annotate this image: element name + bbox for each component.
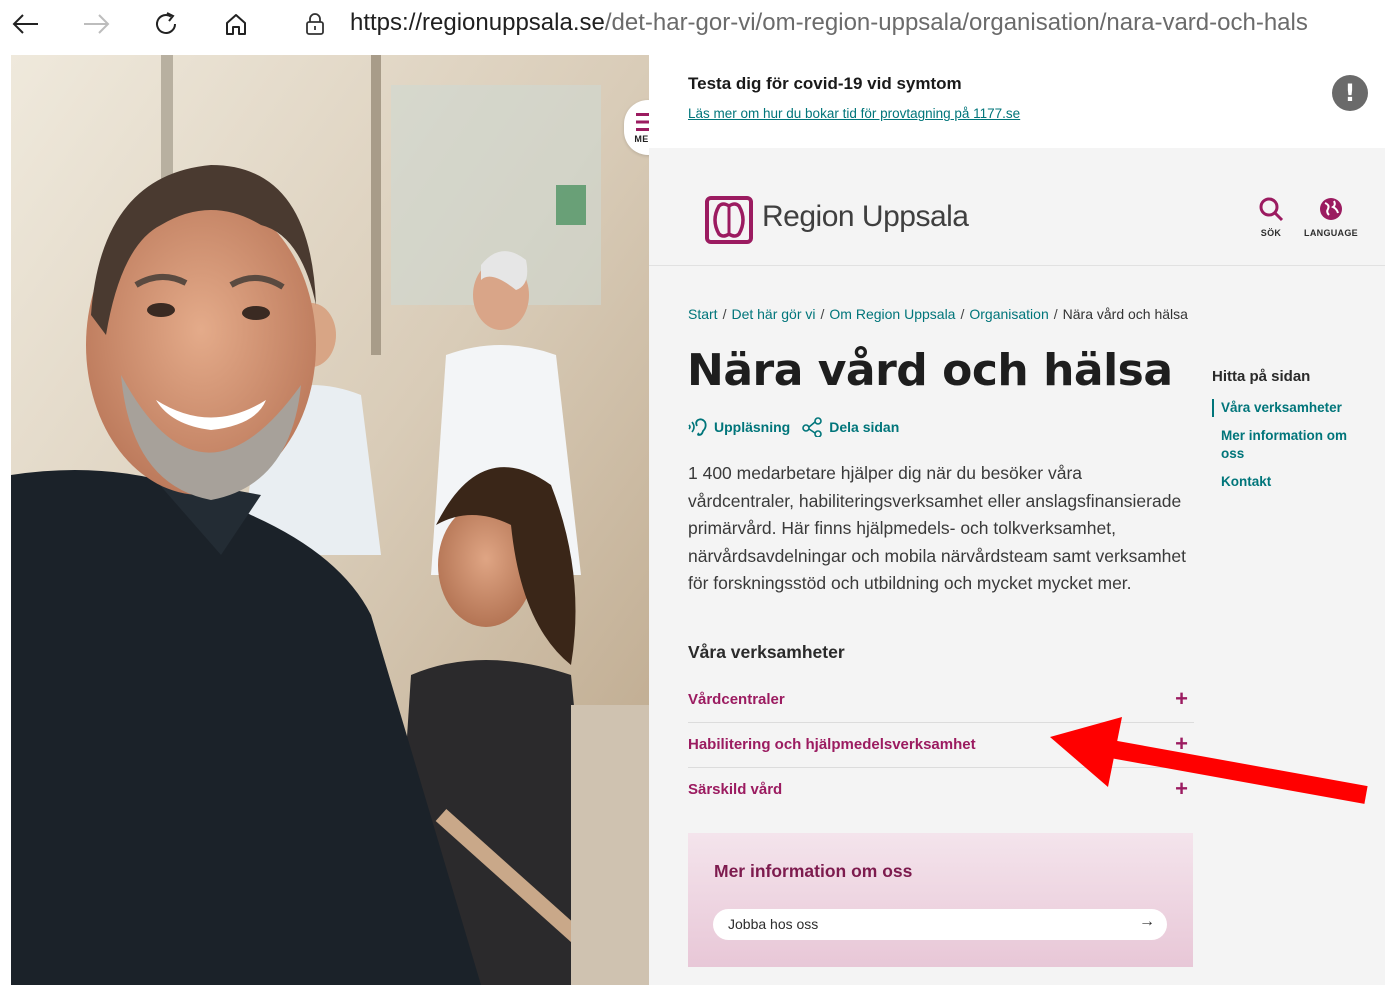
annotation-arrow-icon [1050,717,1368,804]
listen-label: Uppläsning [714,419,791,435]
breadcrumb-om-region-uppsala[interactable]: Om Region Uppsala [829,306,955,322]
share-icon [802,417,823,437]
url-path: /det-har-gor-vi/om-region-uppsala/organi… [604,9,1308,36]
search-icon [1259,197,1284,222]
toc-item-kontakt[interactable]: Kontakt [1212,473,1372,491]
globe-icon [1320,198,1342,220]
alert-link[interactable]: Läs mer om hur du bokar tid för provtagn… [688,106,1020,121]
reload-icon[interactable] [148,6,184,42]
section-title: Våra verksamheter [688,642,845,662]
page-title: Nära vård och hälsa [687,345,1173,396]
breadcrumb: Start / Det här gör vi / Om Region Uppsala / O… [688,306,1188,322]
info-box-title: Mer information om oss [714,861,913,881]
main-content: Testa dig för covid-19 vid symtom Läs me… [649,55,1385,985]
breadcrumb-det-har-gor-vi[interactable]: Det här gör vi [731,306,815,322]
listen-button[interactable]: Uppläsning [687,417,790,437]
url-domain: https://regionuppsala.se [350,9,605,36]
toc-item-mer-information[interactable]: Mer information om oss [1212,427,1372,463]
more-info-box: Mer information om oss Jobba hos oss → [688,833,1193,967]
hero-image [11,55,649,985]
back-icon[interactable] [8,6,44,42]
covid-alert-banner: Testa dig för covid-19 vid symtom Läs me… [649,55,1385,148]
accordion-item-label: Särskild vård [688,781,783,798]
language-label: LANGUAGE [1304,228,1358,238]
share-label: Dela sidan [829,419,900,435]
accordion-item-label: Vårdcentraler [688,691,785,708]
toc-item-vara-verksamheter[interactable]: Våra verksamheter [1212,399,1372,417]
breadcrumb-start[interactable]: Start [688,306,718,322]
home-icon[interactable] [218,6,254,42]
page-tools: Uppläsning Dela sidan [687,417,899,437]
address-bar[interactable]: https://regionuppsala.se/det-har-gor-vi/… [350,9,1308,37]
arrow-right-icon: → [1139,913,1155,930]
region-uppsala-logo-icon[interactable] [705,196,753,244]
share-button[interactable]: Dela sidan [802,417,899,437]
site-header: Region Uppsala SÖK LANGUAGE [649,148,1385,266]
forward-icon[interactable] [78,6,114,42]
lock-icon[interactable] [304,12,326,40]
logo-text[interactable]: Region Uppsala [762,200,969,234]
alert-title: Testa dig för covid-19 vid symtom [688,74,962,93]
table-of-contents: Hitta på sidan Våra verksamheter Mer inf… [1212,368,1372,501]
language-button[interactable]: LANGUAGE [1296,196,1366,238]
breadcrumb-current: Nära vård och hälsa [1062,306,1188,322]
toc-title: Hitta på sidan [1212,368,1311,385]
intro-text: 1 400 medarbetare hjälper dig när du bes… [688,463,1187,593]
accordion-item-label: Habilitering och hjälpmedelsverksamhet [688,736,976,753]
info-link-label: Jobba hos oss [728,916,819,932]
jobba-hos-oss-link[interactable]: Jobba hos oss → [713,909,1167,940]
breadcrumb-organisation[interactable]: Organisation [969,306,1048,322]
ear-icon [688,418,707,436]
exclamation-icon: ! [1332,75,1368,111]
plus-icon: + [1175,686,1188,711]
browser-toolbar: https://regionuppsala.se/det-har-gor-vi/… [0,0,1385,50]
